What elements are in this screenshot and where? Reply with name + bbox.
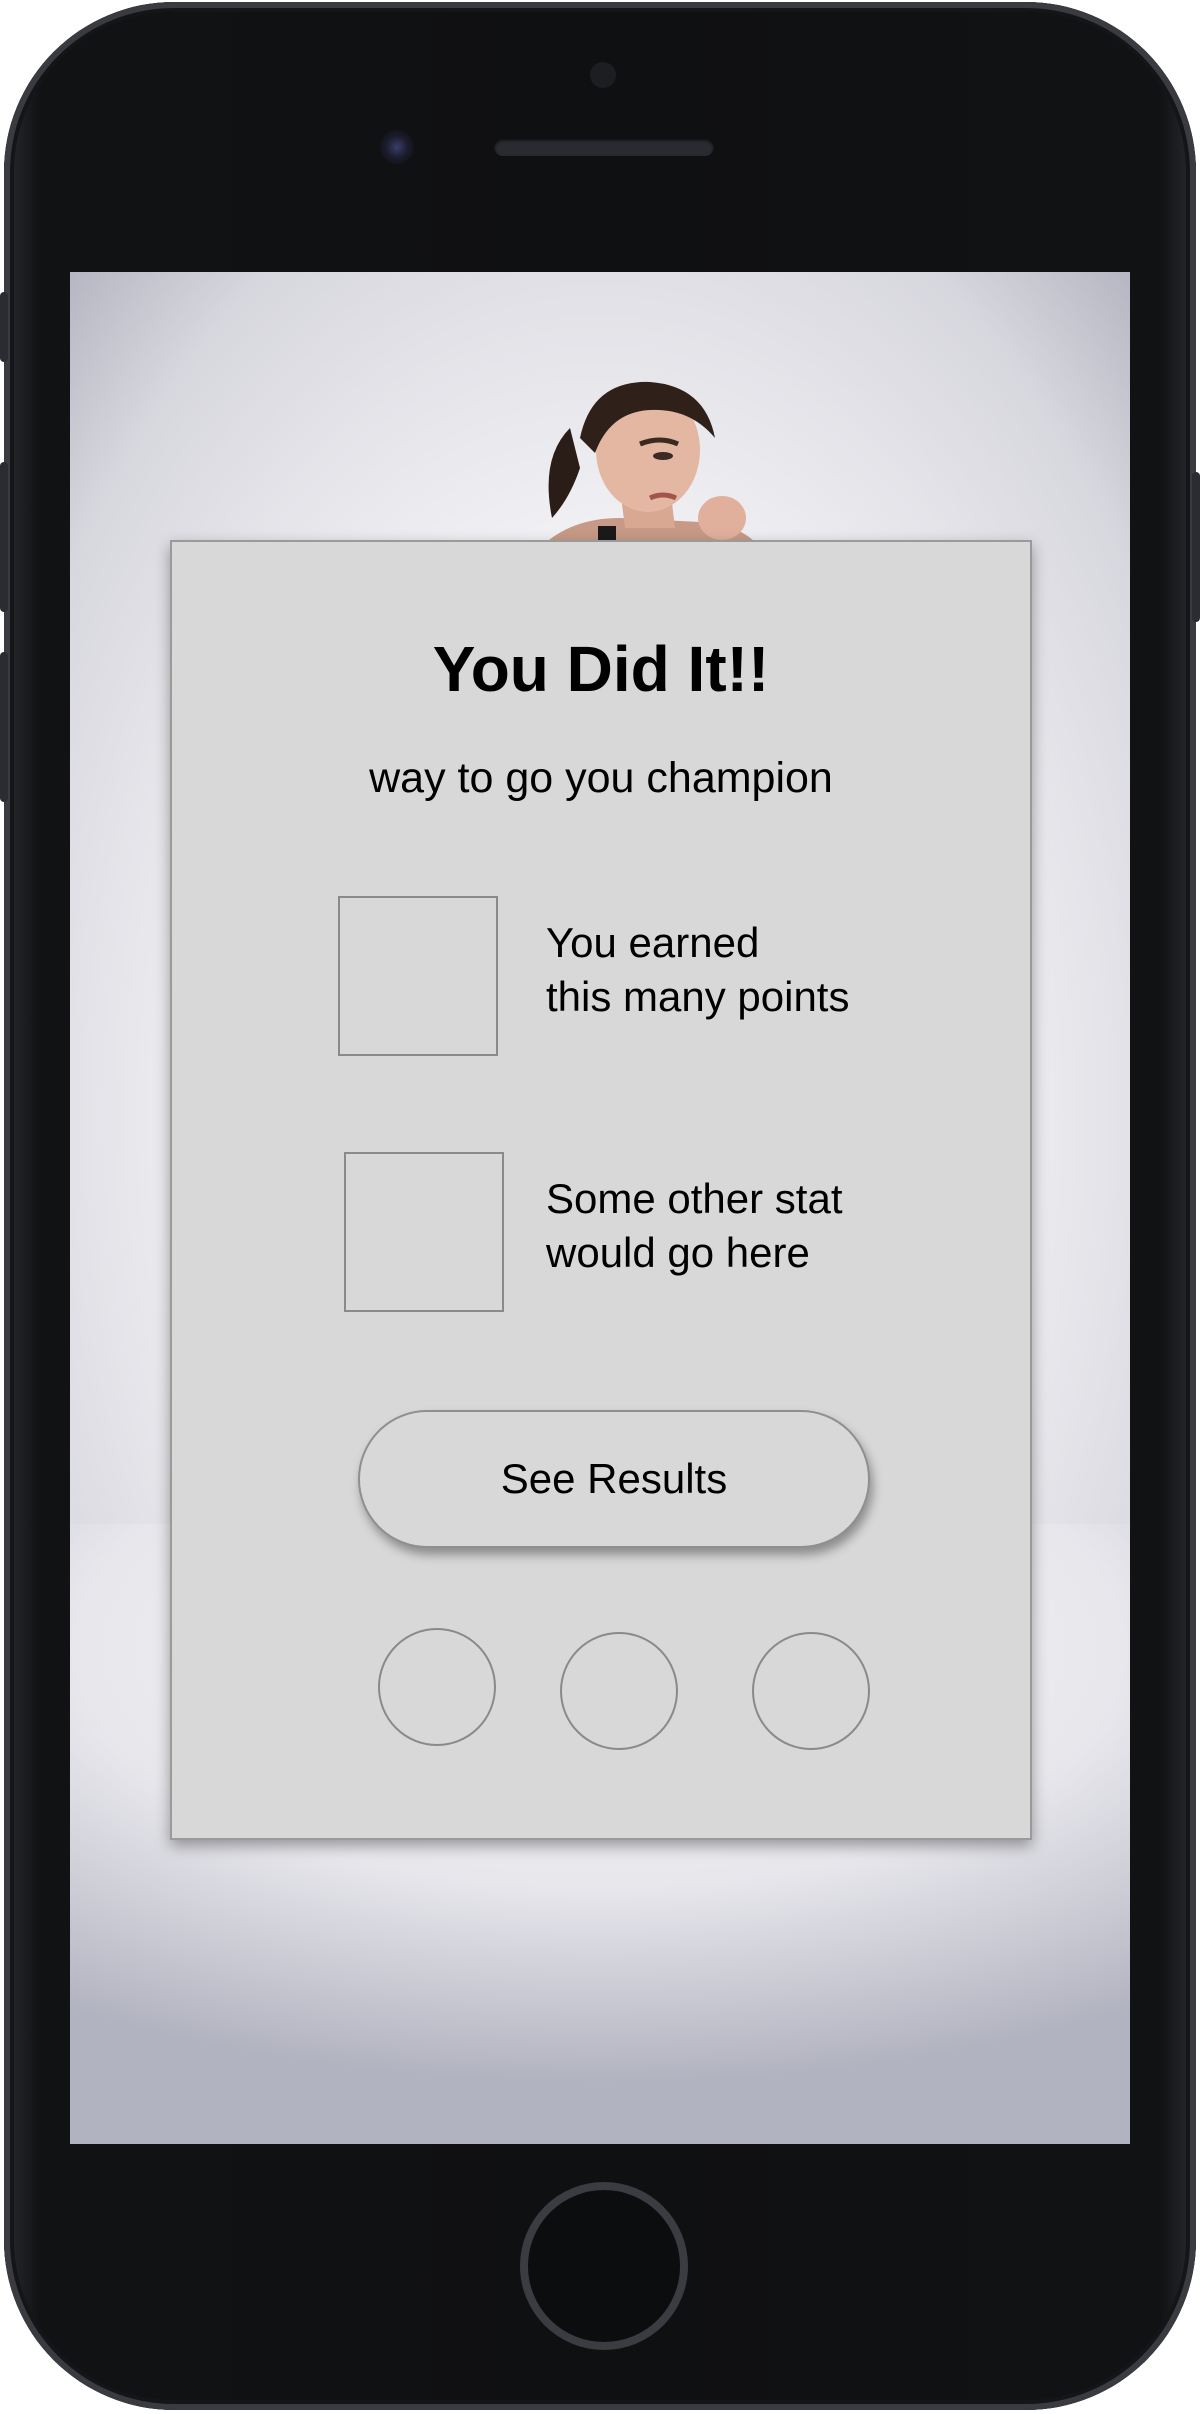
stat-line-1: You earned: [546, 919, 760, 966]
mute-switch: [0, 292, 8, 362]
stat-line-2: would go here: [546, 1229, 810, 1276]
app-screen: You Did It!! way to go you champion You …: [70, 272, 1130, 2144]
earpiece-speaker-icon: [494, 138, 714, 156]
see-results-button[interactable]: See Results: [358, 1410, 870, 1548]
home-button-icon[interactable]: [520, 2182, 688, 2350]
athlete-photo: [540, 381, 760, 548]
volume-up-button: [0, 462, 8, 612]
points-stat-text: You earned this many points: [546, 916, 966, 1024]
stat-placeholder-image: [338, 896, 498, 1056]
proximity-sensor-icon: [590, 62, 616, 88]
phone-frame: You Did It!! way to go you champion You …: [0, 2, 1200, 2410]
front-camera-icon: [380, 130, 414, 164]
stat-line-2: this many points: [546, 973, 850, 1020]
power-button: [1192, 472, 1200, 622]
stat-line-1: Some other stat: [546, 1175, 843, 1222]
other-stat-text: Some other stat would go here: [546, 1172, 966, 1280]
stat-placeholder-image: [344, 1152, 504, 1312]
completion-title: You Did It!!: [432, 633, 770, 705]
share-option-3[interactable]: [752, 1632, 870, 1750]
completion-subtitle: way to go you champion: [369, 754, 833, 802]
share-option-2[interactable]: [560, 1632, 678, 1750]
share-option-1[interactable]: [378, 1628, 496, 1746]
completion-card: You Did It!! way to go you champion You …: [170, 540, 1032, 1840]
volume-down-button: [0, 652, 8, 802]
